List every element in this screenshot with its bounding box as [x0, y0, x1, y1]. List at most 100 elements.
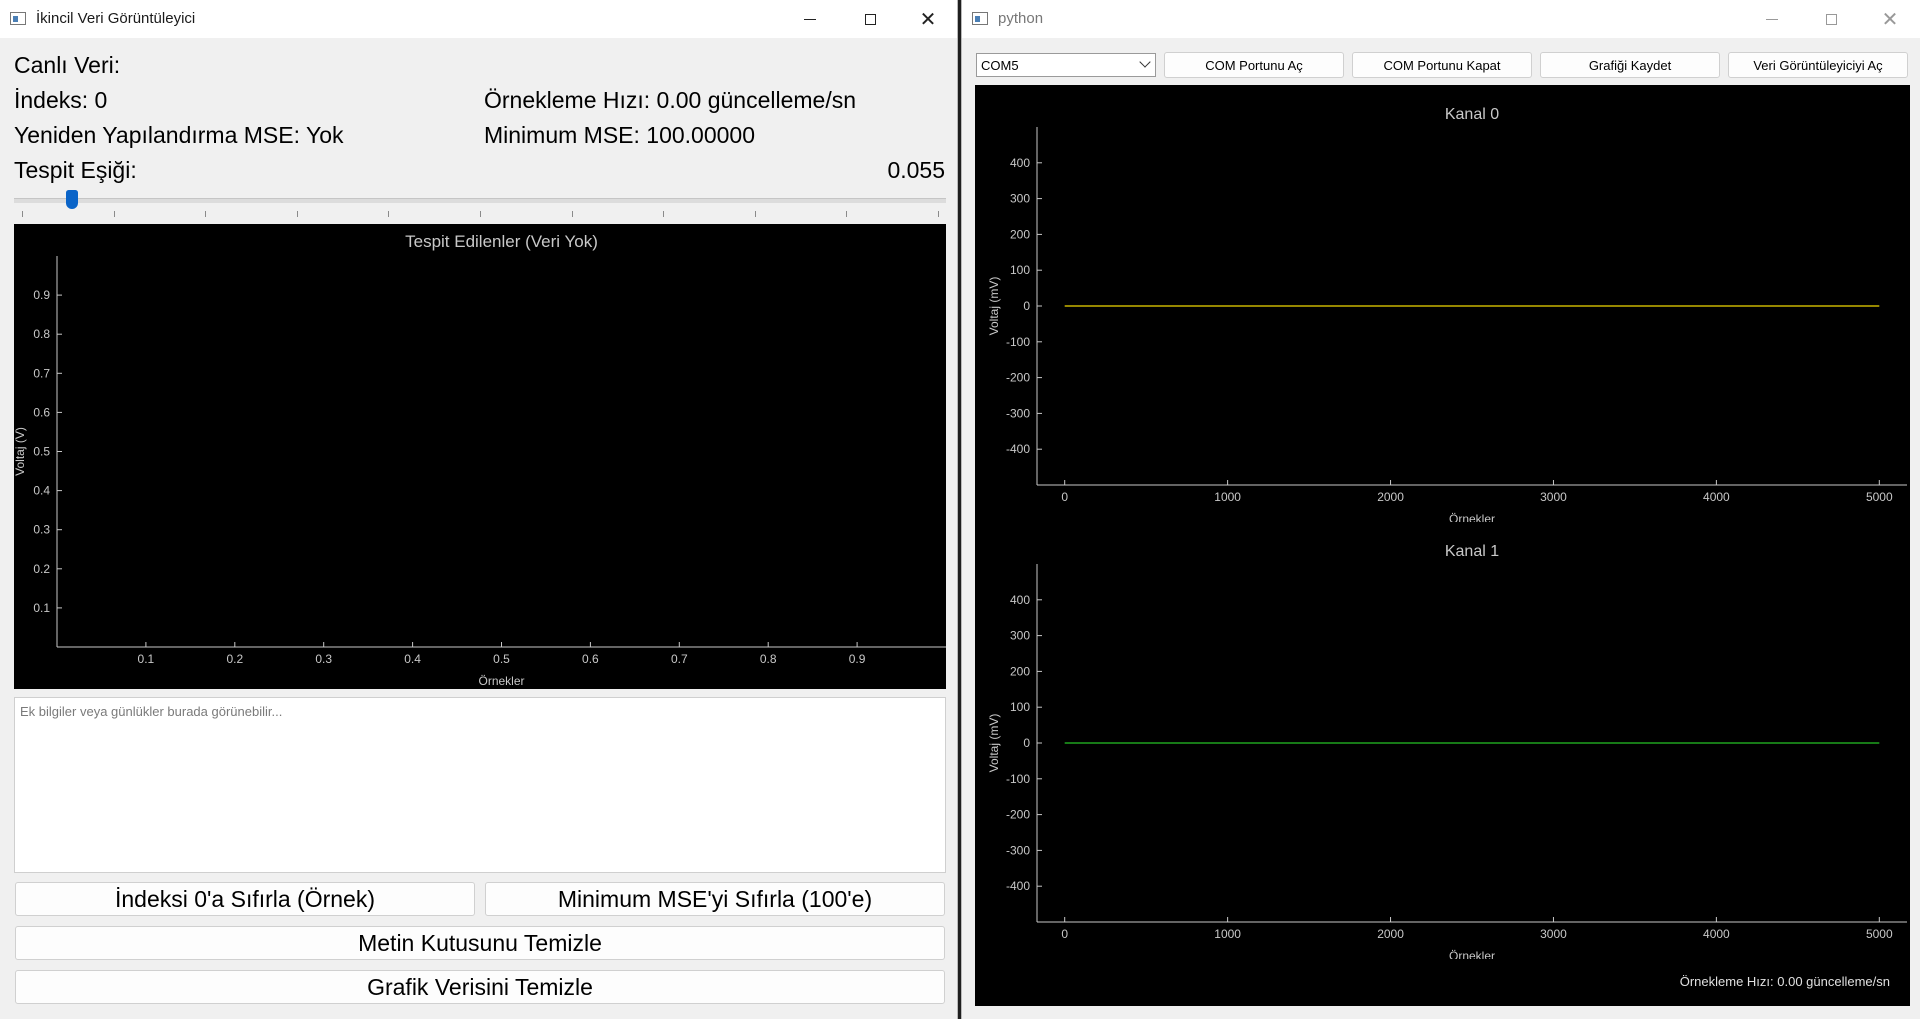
- app-window-icon: [10, 12, 26, 25]
- close-port-button[interactable]: COM Portunu Kapat: [1352, 52, 1532, 78]
- threshold-value: 0.055: [887, 157, 945, 183]
- slider-tick: [113, 211, 115, 217]
- channel-1-chart: Kanal 10 1000 2000 3000 4000 5000-400-300-200…: [987, 543, 1907, 959]
- window-title: python: [998, 10, 1044, 27]
- close-button[interactable]: ✕: [899, 0, 957, 38]
- slider-tick: [846, 211, 848, 217]
- y-tick-label: 0.9: [33, 288, 50, 302]
- x-tick-label: 0.3: [315, 652, 332, 666]
- close-button[interactable]: ✕: [1861, 0, 1919, 38]
- y-tick-label: 0.1: [33, 601, 50, 615]
- reset-min-mse-button[interactable]: Minimum MSE'yi Sıfırla (100'e): [485, 882, 945, 916]
- x-tick-label: 1000: [1214, 490, 1241, 504]
- x-tick-label: 0.2: [226, 652, 243, 666]
- open-viewer-button[interactable]: Veri Görüntüleyiciyi Aç: [1728, 52, 1908, 78]
- log-textbox[interactable]: [14, 697, 946, 873]
- y-tick-label: 0.6: [33, 405, 50, 419]
- y-tick-label: -100: [1006, 335, 1030, 349]
- y-tick-label: 0: [1023, 299, 1030, 313]
- y-tick-label: 100: [1010, 700, 1030, 714]
- slider-tick: [296, 211, 298, 217]
- sampling-rate-status: Örnekleme Hızı: 0.00 güncelleme/sn: [1679, 974, 1890, 989]
- y-tick-label: 0.2: [33, 562, 50, 576]
- slider-tick: [938, 211, 939, 217]
- y-tick-label: -200: [1006, 808, 1030, 822]
- chart-title: Kanal 0: [1445, 106, 1499, 123]
- y-tick-label: 0: [1023, 736, 1030, 750]
- y-tick-label: 0.7: [33, 366, 50, 380]
- app-window-icon: [972, 12, 988, 25]
- reset-index-button[interactable]: İndeksi 0'a Sıfırla (Örnek): [15, 882, 475, 916]
- slider-handle[interactable]: [66, 190, 79, 209]
- threshold-label: Tespit Eşiği:: [14, 157, 137, 183]
- sampling-rate-label: Örnekleme Hızı: 0.00 güncelleme/sn: [484, 87, 857, 113]
- detected-plot[interactable]: Tespit Edilenler (Veri Yok) 0.1 0.2 0.3 0.4 0…: [14, 224, 946, 689]
- channels-plot-area[interactable]: Kanal 0 0 1000 2000 3000 4000 5000 -400 -300 -200…: [975, 85, 1910, 1006]
- x-tick-label: 4000: [1703, 490, 1730, 504]
- y-tick-label: 0.4: [33, 484, 50, 498]
- x-tick-label: 0.5: [493, 652, 510, 666]
- x-tick-label: 0: [1061, 927, 1068, 941]
- threshold-slider[interactable]: [14, 190, 946, 218]
- x-tick-label: 3000: [1540, 490, 1567, 504]
- slider-tick: [480, 211, 481, 217]
- y-axis-label: Voltaj (mV): [987, 277, 1001, 336]
- live-data-label: Canlı Veri:: [14, 52, 121, 78]
- slider-tick: [205, 211, 207, 217]
- minimize-button[interactable]: [781, 0, 839, 38]
- x-tick-label: 0.8: [760, 652, 777, 666]
- y-tick-label: -300: [1006, 406, 1030, 420]
- y-tick-label: 200: [1010, 664, 1030, 678]
- slider-tick: [663, 211, 665, 217]
- y-tick-label: 0.8: [33, 327, 50, 341]
- index-label: İndeks: 0: [14, 87, 108, 113]
- y-tick-label: -300: [1006, 843, 1030, 857]
- maximize-icon: [1825, 13, 1837, 25]
- maximize-button[interactable]: [841, 0, 899, 38]
- x-tick-label: 1000: [1214, 927, 1241, 941]
- y-axis-label: Voltaj (V): [14, 427, 27, 476]
- x-tick-label: 4000: [1703, 927, 1730, 941]
- minimize-button[interactable]: [1743, 0, 1801, 38]
- chart-title: Kanal 1: [1445, 543, 1499, 560]
- com-port-select[interactable]: COM5: [976, 53, 1156, 77]
- minimize-icon: [1766, 18, 1778, 20]
- clear-textbox-button[interactable]: Metin Kutusunu Temizle: [15, 926, 945, 960]
- x-tick-label: 2000: [1377, 490, 1404, 504]
- x-tick-label: 0.9: [849, 652, 866, 666]
- minimize-icon: [804, 18, 816, 20]
- y-tick-label: 400: [1010, 593, 1030, 607]
- x-tick-label: 2000: [1377, 927, 1404, 941]
- slider-tick: [22, 211, 23, 217]
- y-tick-label: -100: [1006, 772, 1030, 786]
- maximize-icon: [864, 13, 876, 25]
- slider-tick: [754, 211, 756, 217]
- y-tick-label: -400: [1006, 442, 1030, 456]
- x-axis-label: Örnekler: [1449, 949, 1495, 959]
- slider-groove: [14, 198, 946, 203]
- y-tick-label: 200: [1010, 227, 1030, 241]
- y-tick-label: 300: [1010, 629, 1030, 643]
- title-bar[interactable]: İkincil Veri Görüntüleyici ✕: [0, 0, 957, 38]
- save-plot-button[interactable]: Grafiği Kaydet: [1540, 52, 1720, 78]
- y-tick-label: 100: [1010, 263, 1030, 277]
- detection-viewer-window: İkincil Veri Görüntüleyici ✕ Canlı Veri:…: [0, 0, 958, 1019]
- x-tick-label: 0.4: [404, 652, 421, 666]
- slider-tick: [388, 211, 390, 217]
- open-port-button[interactable]: COM Portunu Aç: [1164, 52, 1344, 78]
- log-textarea[interactable]: [15, 698, 945, 872]
- slider-tick: [571, 211, 573, 217]
- window-title: İkincil Veri Görüntüleyici: [36, 10, 196, 27]
- clear-plot-button[interactable]: Grafik Verisini Temizle: [15, 970, 945, 1004]
- chart-title: Tespit Edilenler (Veri Yok): [405, 232, 598, 251]
- x-tick-label: 0.1: [138, 652, 155, 666]
- x-tick-label: 5000: [1866, 927, 1893, 941]
- x-axis-label: Örnekler: [1449, 512, 1495, 522]
- close-icon: ✕: [1881, 7, 1899, 31]
- y-tick-label: 300: [1010, 192, 1030, 206]
- close-icon: ✕: [919, 7, 937, 31]
- y-tick-label: 0.3: [33, 523, 50, 537]
- maximize-button[interactable]: [1802, 0, 1860, 38]
- title-bar[interactable]: python ✕: [962, 0, 1920, 38]
- x-tick-label: 5000: [1866, 490, 1893, 504]
